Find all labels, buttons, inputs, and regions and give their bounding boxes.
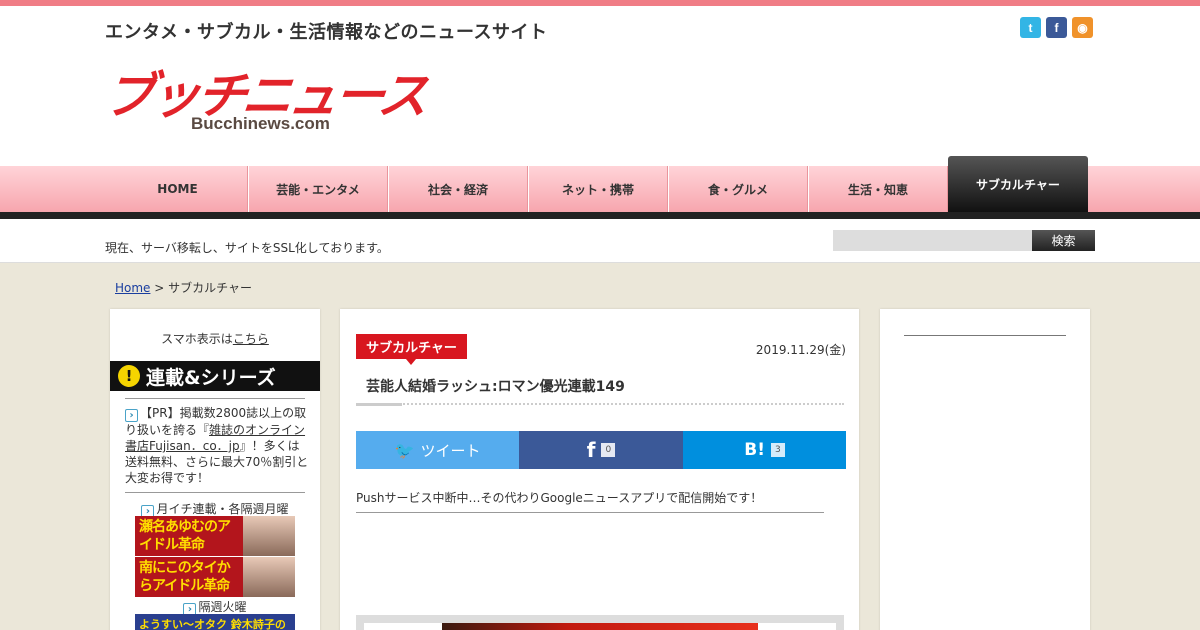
article-title: 芸能人結婚ラッシュ:ロマン優光連載149 — [366, 379, 625, 395]
breadcrumb-home-link[interactable]: Home — [115, 281, 150, 295]
site-header: エンタメ・サブカル・生活情報などのニュースサイト t f ◉ ブッチニュース B… — [0, 6, 1200, 166]
category-badge[interactable]: サブカルチャー — [356, 334, 467, 365]
hatena-icon: B! — [744, 440, 765, 460]
site-tagline: エンタメ・サブカル・生活情報などのニュースサイト — [105, 22, 548, 43]
nav-item-society[interactable]: 社会・経済 — [388, 166, 528, 212]
nav-item-life[interactable]: 生活・知恵 — [808, 166, 948, 212]
title-underline — [356, 403, 844, 406]
tweet-label: ツイート — [420, 441, 481, 460]
exclamation-icon: ! — [118, 365, 140, 387]
right-sidebar-divider — [904, 335, 1066, 336]
divider — [125, 492, 305, 493]
nav-item-net[interactable]: ネット・携帯 — [528, 166, 668, 212]
nav-bottom-border — [0, 212, 1200, 219]
nav-item-gourmet[interactable]: 食・グルメ — [668, 166, 808, 212]
breadcrumb: Home > サブカルチャー — [115, 279, 252, 296]
social-links: t f ◉ — [1020, 17, 1093, 38]
facebook-icon[interactable]: f — [1046, 17, 1067, 38]
push-divider — [356, 512, 824, 513]
breadcrumb-current: サブカルチャー — [168, 281, 253, 295]
rss-icon[interactable]: ◉ — [1072, 17, 1093, 38]
search-input[interactable] — [833, 230, 1033, 251]
hatena-count: 3 — [770, 443, 785, 457]
breadcrumb-separator: > — [150, 281, 169, 295]
article-card: サブカルチャー 2019.11.29(金) 芸能人結婚ラッシュ:ロマン優光連載1… — [340, 309, 859, 630]
tweet-button[interactable]: 🐦 ツイート — [356, 431, 519, 469]
series-banner-ayumu[interactable]: 瀬名あゆむのアイドル革命 — [135, 516, 295, 556]
twitter-icon[interactable]: t — [1020, 17, 1041, 38]
search-button[interactable]: 検索 — [1032, 230, 1095, 251]
push-notice: Pushサービス中断中…その代わりGoogleニュースアプリで配信開始です！ — [356, 491, 763, 505]
global-nav: HOME 芸能・エンタメ 社会・経済 ネット・携帯 食・グルメ 生活・知恵 サブ… — [0, 156, 1200, 212]
biweekly-label-text: 隔週火曜 — [198, 600, 247, 614]
article-hero-image[interactable] — [442, 623, 758, 630]
article-date: 2019.11.29(金) — [755, 343, 846, 357]
left-sidebar: スマホ表示はこちら ! 連載&シリーズ › 【PR】掲載数2800誌以上の取り扱い… — [110, 309, 320, 630]
nav-item-subculture[interactable]: サブカルチャー — [948, 156, 1088, 212]
share-buttons: 🐦 ツイート f0 B! 3 — [356, 431, 846, 469]
smartphone-view-link: スマホ表示はこちら — [110, 330, 320, 347]
nav-item-home[interactable]: HOME — [108, 166, 248, 212]
sp-link[interactable]: こちら — [233, 332, 269, 346]
banner-niko-photo — [243, 557, 295, 597]
banner-ayumu-text: 瀬名あゆむのアイドル革命 — [135, 516, 243, 556]
facebook-count: 0 — [601, 443, 616, 457]
logo-english: Bucchinews.com — [191, 114, 330, 133]
banner-niko-text: 南にこのタイからアイドル革命 — [135, 557, 243, 597]
series-banner-niko[interactable]: 南にこのタイからアイドル革命 — [135, 557, 295, 597]
twitter-bird-icon: 🐦 — [394, 440, 415, 460]
pr-block: › 【PR】掲載数2800誌以上の取り扱いを誇る『雑誌のオンライン書店Fujisa… — [125, 405, 310, 486]
monthly-label-text: 月イチ連載・各隔週月曜 — [156, 502, 289, 516]
banner-ayumu-photo — [243, 516, 295, 556]
notice-bar: 現在、サーバ移転し、サイトをSSL化しております。 検索 — [0, 219, 1200, 263]
facebook-icon: f — [586, 438, 596, 462]
hatena-bookmark-button[interactable]: B! 3 — [683, 431, 846, 469]
series-banner-label: 連載&シリーズ — [146, 366, 276, 389]
divider — [125, 398, 305, 399]
site-logo[interactable]: ブッチニュース Bucchinews.com — [102, 56, 428, 138]
series-banner-utako[interactable]: ようすい〜オタク 鈴木詩子の — [135, 614, 295, 630]
right-sidebar — [880, 309, 1090, 630]
facebook-share-button[interactable]: f0 — [519, 431, 683, 469]
series-banner[interactable]: ! 連載&シリーズ — [110, 361, 320, 391]
nav-item-entertainment[interactable]: 芸能・エンタメ — [248, 166, 388, 212]
site-notice: 現在、サーバ移転し、サイトをSSL化しております。 — [105, 241, 389, 255]
arrow-right-icon: › — [125, 409, 138, 422]
sp-prefix: スマホ表示は — [161, 332, 233, 346]
